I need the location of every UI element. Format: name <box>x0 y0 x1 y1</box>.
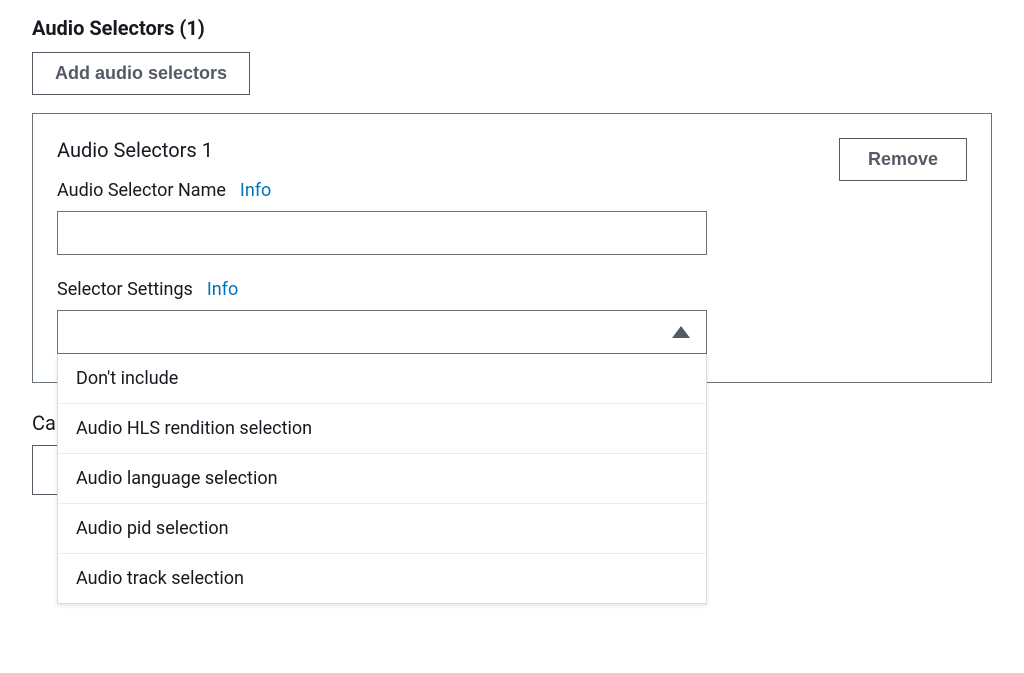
remove-button[interactable]: Remove <box>839 138 967 181</box>
chevron-up-icon <box>672 326 690 338</box>
dropdown-option[interactable]: Audio HLS rendition selection <box>58 404 706 454</box>
audio-selector-panel: Audio Selectors 1 Audio Selector Name In… <box>32 113 992 383</box>
field-label-text: Selector Settings <box>57 279 193 300</box>
selector-settings-label: Selector Settings Info <box>57 279 707 300</box>
panel-title: Audio Selectors 1 <box>57 138 707 162</box>
field-label-text: Audio Selector Name <box>57 180 226 201</box>
selector-settings-dropdown: Don't include Audio HLS rendition select… <box>57 354 707 604</box>
info-link[interactable]: Info <box>207 279 238 300</box>
audio-selector-name-input[interactable] <box>57 211 707 255</box>
audio-selectors-header: Audio Selectors (1) <box>32 16 992 40</box>
dropdown-option[interactable]: Audio language selection <box>58 454 706 504</box>
dropdown-option[interactable]: Audio pid selection <box>58 504 706 554</box>
info-link[interactable]: Info <box>240 180 271 201</box>
add-audio-selectors-button[interactable]: Add audio selectors <box>32 52 250 95</box>
audio-selector-name-label: Audio Selector Name Info <box>57 180 707 201</box>
dropdown-option[interactable]: Don't include <box>58 354 706 404</box>
dropdown-option[interactable]: Audio track selection <box>58 554 706 603</box>
selector-settings-select-wrapper: Don't include Audio HLS rendition select… <box>57 310 707 354</box>
selector-settings-select[interactable] <box>57 310 707 354</box>
